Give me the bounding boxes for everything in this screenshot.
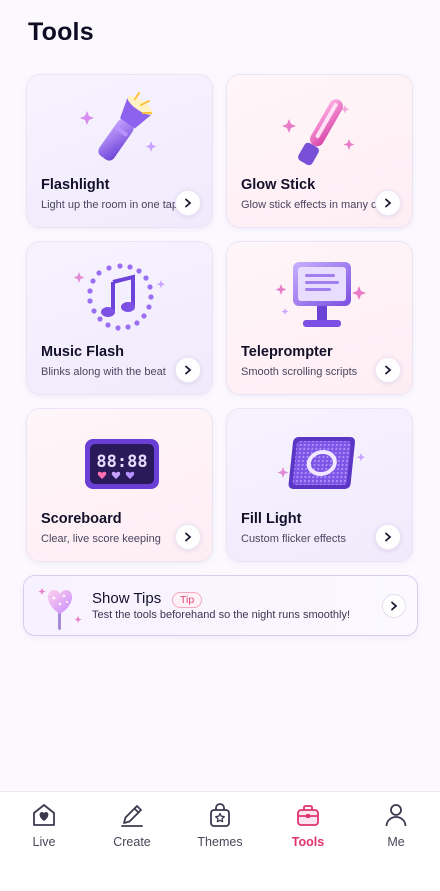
heart-lollipop-icon — [36, 582, 84, 632]
music-note-icon — [65, 256, 175, 342]
tool-card-teleprompter[interactable]: Teleprompter Smooth scrolling scripts — [226, 241, 413, 395]
tool-description: Glow stick effects in many colors — [241, 199, 381, 211]
tool-card-glow-stick[interactable]: Glow Stick Glow stick effects in many co… — [226, 74, 413, 228]
tool-card-scoreboard[interactable]: 88:88 Scoreboard Clear, live score keepi… — [26, 408, 213, 562]
fill-light-icon — [265, 423, 375, 509]
scoreboard-icon: 88:88 — [65, 423, 175, 509]
tab-label: Me — [387, 835, 405, 849]
star-bag-icon — [210, 803, 230, 827]
tab-me[interactable]: Me — [352, 792, 440, 891]
chevron-right-icon[interactable] — [175, 524, 201, 550]
tab-label: Tools — [291, 835, 325, 849]
tools-grid: Flashlight Light up the room in one tap — [26, 74, 414, 562]
chevron-right-icon[interactable] — [375, 190, 401, 216]
tab-label: Create — [113, 835, 151, 849]
tool-title: Fill Light — [241, 511, 302, 527]
heart-house-icon — [33, 804, 55, 826]
svg-text:88:88: 88:88 — [96, 452, 147, 472]
tips-title: Show Tips — [92, 590, 162, 607]
flashlight-icon — [65, 89, 175, 175]
tool-description: Blinks along with the beat — [41, 366, 166, 378]
page-title: Tools — [28, 18, 94, 46]
show-tips-banner[interactable]: Show Tips Tip Test the tools beforehand … — [23, 575, 418, 636]
tool-description: Custom flicker effects — [241, 533, 346, 545]
chevron-right-icon[interactable] — [382, 594, 406, 618]
tool-title: Music Flash — [41, 344, 124, 360]
chevron-right-icon[interactable] — [175, 190, 201, 216]
tips-text: Test the tools beforehand so the night r… — [92, 609, 351, 621]
tool-description: Light up the room in one tap — [41, 199, 178, 211]
tab-label: Live — [32, 835, 56, 849]
tool-card-music-flash[interactable]: Music Flash Blinks along with the beat — [26, 241, 213, 395]
chevron-right-icon[interactable] — [375, 357, 401, 383]
bottom-tab-bar: Live Create Themes Tools Me — [0, 791, 440, 891]
tool-description: Smooth scrolling scripts — [241, 366, 358, 378]
chevron-right-icon[interactable] — [375, 524, 401, 550]
tab-create[interactable]: Create — [88, 792, 176, 891]
toolbox-icon — [297, 805, 319, 826]
tool-title: Teleprompter — [241, 344, 333, 360]
tool-card-fill-light[interactable]: Fill Light Custom flicker effects — [226, 408, 413, 562]
chevron-right-icon[interactable] — [175, 357, 201, 383]
tab-label: Themes — [197, 835, 243, 849]
tab-tools[interactable]: Tools — [264, 792, 352, 891]
tool-description: Clear, live score keeping — [41, 533, 161, 545]
tip-badge: Tip — [172, 592, 203, 608]
tool-card-flashlight[interactable]: Flashlight Light up the room in one tap — [26, 74, 213, 228]
tab-themes[interactable]: Themes — [176, 792, 264, 891]
tool-title: Flashlight — [41, 177, 110, 193]
person-icon — [385, 804, 407, 827]
tab-live[interactable]: Live — [0, 792, 88, 891]
tool-title: Glow Stick — [241, 177, 316, 193]
glow-stick-icon — [265, 89, 375, 175]
pencil-icon — [121, 805, 143, 827]
teleprompter-icon — [265, 256, 375, 342]
tool-title: Scoreboard — [41, 511, 122, 527]
